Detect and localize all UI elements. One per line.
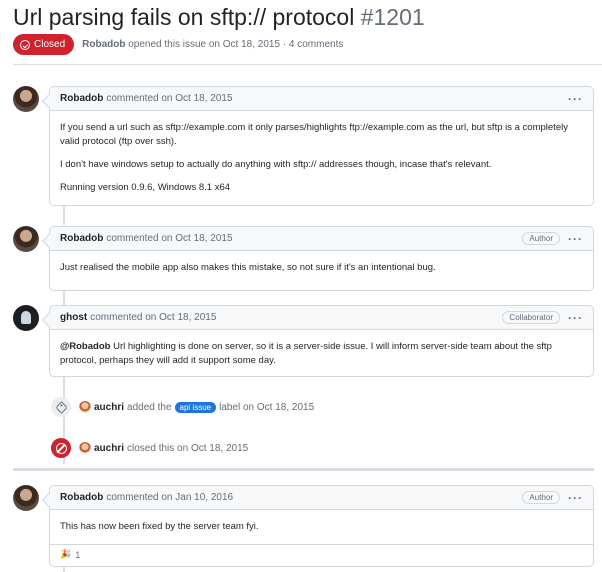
party-popper-icon: 🎉 <box>60 549 72 559</box>
issue-state-badge: Closed <box>13 34 75 55</box>
comment-paragraph: Running version 0.9.6, Windows 8.1 x64 <box>60 182 231 193</box>
author-role-badge: Author <box>522 491 560 504</box>
issue-opened-text: opened this issue on Oct 18, 2015 · 4 co… <box>128 39 344 50</box>
issue-closed-icon <box>20 39 30 50</box>
event-text: closed this on Oct 18, 2015 <box>127 442 249 454</box>
avatar[interactable] <box>13 305 39 331</box>
timeline-event-closed: auchri closed this on Oct 18, 2015 <box>51 438 248 458</box>
comment-timestamp[interactable]: commented on Oct 18, 2015 <box>90 312 216 323</box>
timeline-line <box>63 291 65 305</box>
issue-title-text: Url parsing fails on sftp:// protocol <box>13 4 355 30</box>
timeline-line <box>63 205 65 225</box>
comment-text: Url highlighting is done on server, so i… <box>60 341 552 366</box>
circle-slash-icon <box>51 438 71 458</box>
collaborator-role-badge: Collaborator <box>502 311 560 324</box>
issue-meta-text: Robadob opened this issue on Oct 18, 201… <box>82 39 343 50</box>
comment-author-link[interactable]: Robadob <box>60 492 103 503</box>
kebab-horizontal-icon[interactable]: ··· <box>568 312 583 324</box>
avatar[interactable] <box>13 226 39 252</box>
comment-paragraph: @Robadob Url highlighting is done on ser… <box>60 340 583 368</box>
avatar[interactable] <box>13 485 39 511</box>
comment-body: Just realised the mobile app also makes … <box>50 251 593 285</box>
comment-timestamp[interactable]: commented on Oct 18, 2015 <box>106 233 232 244</box>
reaction-button[interactable]: 🎉 1 <box>50 544 593 564</box>
comment-paragraph: This has now been fixed by the server te… <box>60 521 259 532</box>
comment-body: This has now been fixed by the server te… <box>50 510 593 544</box>
tag-icon <box>51 397 71 417</box>
comment-author-link[interactable]: Robadob <box>60 233 103 244</box>
comment-body: If you send a url such as sftp://example… <box>50 111 593 205</box>
comment-paragraph: If you send a url such as sftp://example… <box>60 122 568 147</box>
comment-card: Robadob commented on Jan 10, 2016 Author… <box>49 485 594 567</box>
issue-title: Url parsing fails on sftp:// protocol #1… <box>13 4 425 31</box>
kebab-horizontal-icon[interactable]: ··· <box>568 233 583 245</box>
comment-timestamp[interactable]: commented on Oct 18, 2015 <box>106 93 232 104</box>
comment-header: Robadob commented on Oct 18, 2015 Author… <box>50 227 593 251</box>
timeline-event-labeled: auchri added the api issue label on Oct … <box>51 397 314 417</box>
comment-author-link[interactable]: Robadob <box>60 93 103 104</box>
issue-author-link[interactable]: Robadob <box>82 39 125 50</box>
event-text: label on Oct 18, 2015 <box>219 401 315 413</box>
comment-header: Robadob commented on Jan 10, 2016 Author… <box>50 486 593 510</box>
issue-label[interactable]: api issue <box>174 401 217 413</box>
comment-timestamp[interactable]: commented on Jan 10, 2016 <box>106 492 233 503</box>
header-divider <box>13 64 602 65</box>
avatar[interactable] <box>13 86 39 112</box>
event-actor-link[interactable]: auchri <box>94 402 124 413</box>
reaction-count: 1 <box>75 549 81 560</box>
kebab-horizontal-icon[interactable]: ··· <box>568 492 583 504</box>
comment-author-link[interactable]: ghost <box>60 312 87 323</box>
avatar[interactable] <box>79 442 91 454</box>
avatar[interactable] <box>79 401 91 413</box>
comment-header: Robadob commented on Oct 18, 2015 ··· <box>50 87 593 111</box>
comment-card: Robadob commented on Oct 18, 2015 Author… <box>49 226 594 291</box>
comment-card: ghost commented on Oct 18, 2015 Collabor… <box>49 305 594 377</box>
timeline-divider <box>13 468 594 471</box>
comment-card: Robadob commented on Oct 18, 2015 ··· If… <box>49 86 594 206</box>
event-text: added the <box>127 401 172 413</box>
comment-header: ghost commented on Oct 18, 2015 Collabor… <box>50 306 593 330</box>
event-actor-link[interactable]: auchri <box>94 443 124 454</box>
issue-state-label: Closed <box>34 39 66 50</box>
comment-paragraph: Just realised the mobile app also makes … <box>60 262 436 273</box>
issue-meta: Closed Robadob opened this issue on Oct … <box>13 34 343 55</box>
author-role-badge: Author <box>522 232 560 245</box>
comment-body: @Robadob Url highlighting is done on ser… <box>50 330 593 378</box>
user-mention-link[interactable]: @Robadob <box>60 341 110 352</box>
issue-number: #1201 <box>360 4 425 30</box>
kebab-horizontal-icon[interactable]: ··· <box>568 93 583 105</box>
comment-paragraph: I don't have windows setup to actually d… <box>60 159 492 170</box>
